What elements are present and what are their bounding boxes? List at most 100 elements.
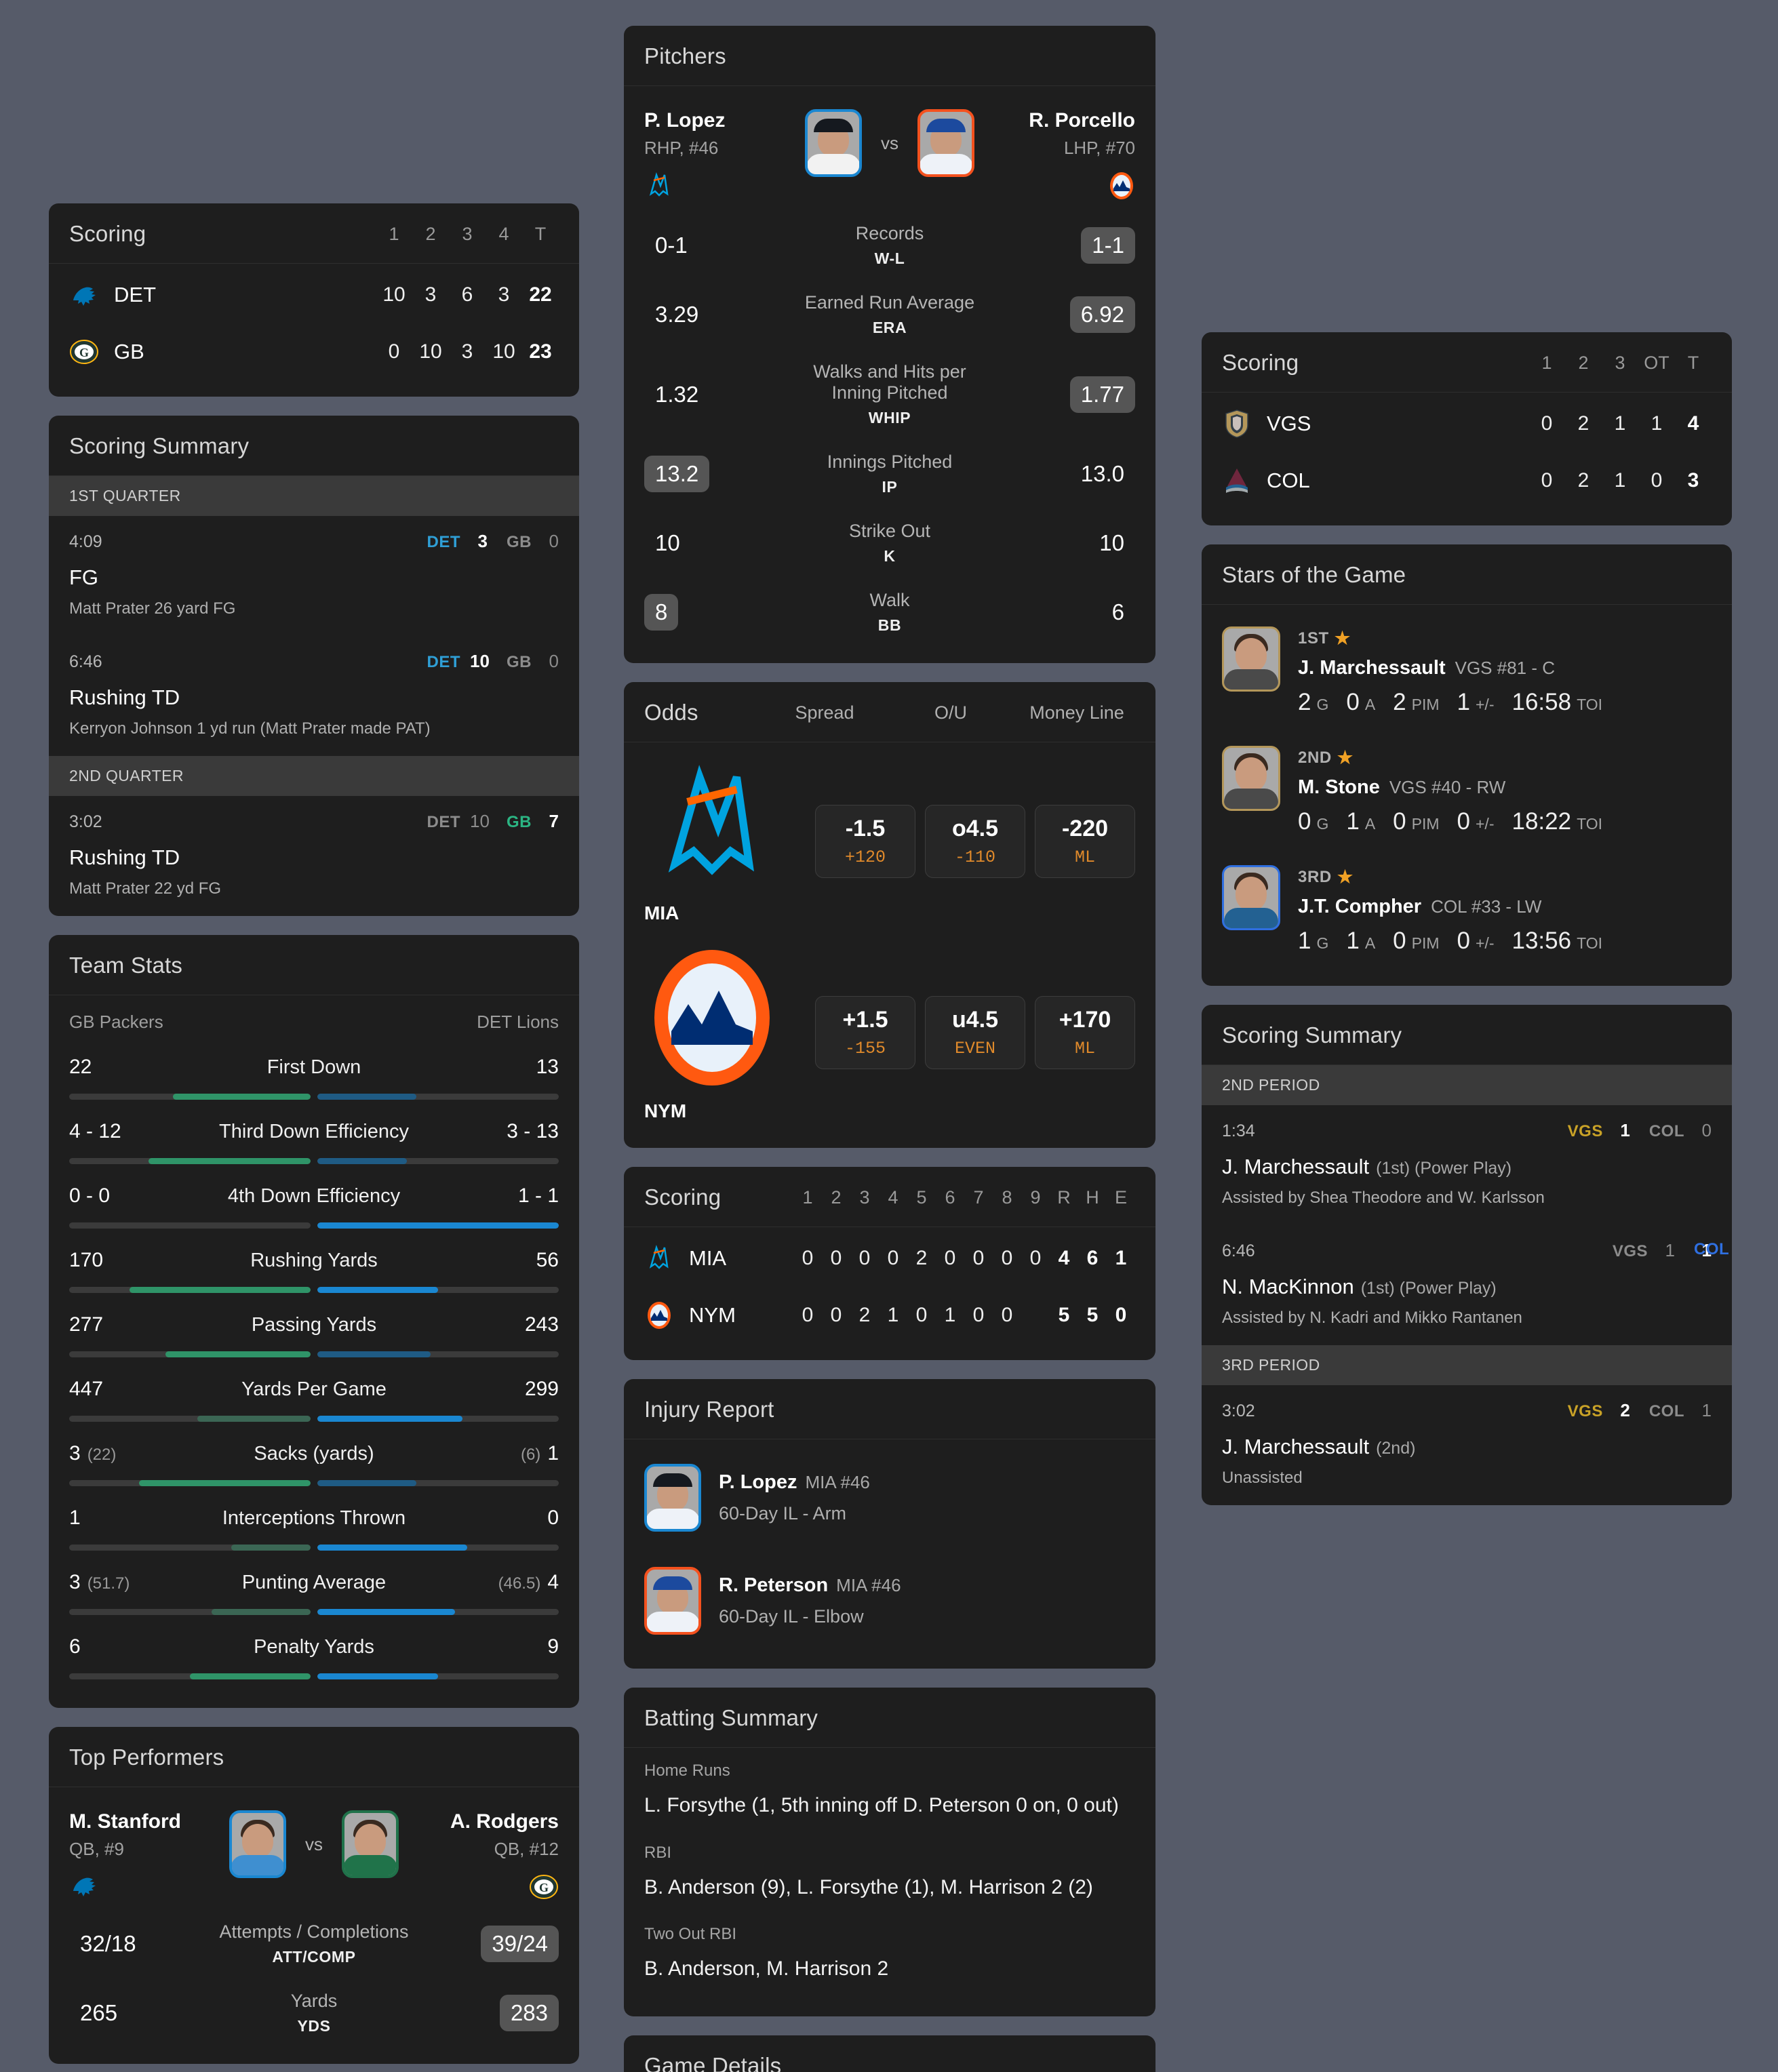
mlb-linescore-header: Scoring 123456789RHE (624, 1167, 1155, 1227)
star-stat-value: 18:22 (1512, 808, 1572, 835)
scoring-summary-entry[interactable]: 4:09 DET 3 GB 0 FG Matt Prater 26 yard FG (49, 516, 579, 636)
scoreboard-page: Scoring 1234T DET 10 3 6 3 22 G GB 0 10 3 10 23 Scor… (0, 0, 1778, 2072)
stat-compare-row: 265 Yards YDS 283 (49, 1978, 579, 2048)
star-stat-value: 0 (1457, 808, 1470, 835)
team-stat-right-value: 9 (547, 1635, 559, 1658)
star-headshot (1222, 865, 1280, 930)
home-abbr: COL (1694, 1240, 1730, 1258)
odds-value: -1.5 (845, 816, 886, 841)
stat-left: 10 (644, 525, 787, 561)
star-headshot (1222, 626, 1280, 692)
star-stats: 0 G 1 A 0 PIM 0 +/- 18:22 TOI (1298, 808, 1712, 835)
score-row[interactable]: VGS 0 2 1 1 4 (1202, 395, 1732, 452)
score-column-header: 1 (1541, 352, 1552, 373)
odds-row: MIA -1.5 +120 o4.5 -110 -220 ML (624, 749, 1155, 934)
mets-logo (644, 943, 780, 1092)
nhl-column: Scoring 1 2 3 OT T VGS 0 2 1 1 4 COL 0 2 1 0 3 Stars of… (1202, 332, 1732, 1524)
score-cell: 0 (1651, 469, 1663, 492)
team-stat-bars (69, 1673, 559, 1679)
batting-block-value: L. Forsythe (1, 5th inning off D. Peters… (644, 1794, 1119, 1816)
star-stat-value: 0 (1393, 808, 1406, 835)
right-player-position: QB, #12 (494, 1839, 559, 1859)
star-row[interactable]: 1ST ★ J. Marchessault VGS #81 - C 2 G 0 A 2 PIM 1 +… (1202, 612, 1732, 731)
team-stats-right-team: DET Lions (477, 1012, 559, 1032)
inning-cell: 0 (830, 1304, 842, 1326)
entry-description: Assisted by Shea Theodore and W. Karlsso… (1222, 1189, 1545, 1207)
score-row[interactable]: G GB 0 10 3 10 23 (49, 323, 579, 380)
pitcher-left[interactable]: P. Lopez RHP, #46 (644, 109, 787, 204)
team-stat-bars (69, 1416, 559, 1422)
score-row[interactable]: NYM 0 0 2 1 0 1 0 0 5 5 0 (624, 1287, 1155, 1344)
scoring-summary-entry[interactable]: 1:34 VGS 1 COL 0 J. Marchessault (1st) (Power … (1202, 1105, 1732, 1225)
team-stat-bars (69, 1094, 559, 1100)
star-icon: ★ (1337, 747, 1354, 768)
total-cell: 0 (1115, 1304, 1127, 1326)
entry-play-detail: (1st) (Power Play) (1376, 1159, 1512, 1178)
vs-label: vs (305, 1833, 323, 1854)
stat-label-group: Walk BB (787, 590, 993, 635)
odds-team: MIA (644, 759, 780, 924)
star-stat: 0G (1298, 808, 1328, 835)
batting-summary-block: Two Out RBI B. Anderson, M. Harrison 2 (624, 1918, 1155, 2000)
nfl-column: Scoring 1234T DET 10 3 6 3 22 G GB 0 10 3 10 23 Scor… (49, 203, 579, 2072)
star-info: 2ND ★ M. Stone VGS #40 - RW 0 G 1 A 0 PIM 0 +/- 18:2… (1298, 746, 1712, 835)
star-player-meta: VGS #81 - C (1455, 658, 1556, 678)
top-performer-right[interactable]: A. Rodgers QB, #12 G (416, 1810, 559, 1902)
star-row[interactable]: 3RD ★ J.T. Compher COL #33 - LW 1 G 1 A 0 PIM 0 +/-… (1202, 850, 1732, 970)
star-stat: 1 +/- (1457, 689, 1495, 716)
stat-right: 283 (416, 1995, 559, 2031)
top-performer-left[interactable]: M. Stanford QB, #9 (69, 1810, 212, 1902)
odds-cell[interactable]: +170 ML (1035, 996, 1135, 1069)
score-row[interactable]: COL 0 2 1 0 3 (1202, 452, 1732, 509)
nfl-scoring-summary-body: 1ST QUARTER 4:09 DET 3 GB 0 FG Matt Prater 26 y… (49, 476, 579, 916)
stat-right-value: 283 (499, 1995, 559, 2031)
nfl-scoring-card: Scoring 1234T DET 10 3 6 3 22 G GB 0 10 3 10 23 (49, 203, 579, 397)
team-stat-right-value: (6) 1 (520, 1442, 559, 1465)
injury-row[interactable]: R. Peterson MIA #46 60-Day IL - Elbow (624, 1549, 1155, 1652)
inning-cell: 0 (858, 1247, 871, 1269)
team-stat-left-value: 22 (69, 1056, 92, 1078)
scoring-summary-entry[interactable]: 3:02 DET 10 GB 7 Rushing TD Matt Prater 22 yd … (49, 796, 579, 916)
nfl-scoring-title: Scoring (69, 221, 146, 246)
score-column-header: 4 (498, 223, 509, 244)
injury-row[interactable]: P. Lopez MIA #46 60-Day IL - Arm (624, 1446, 1155, 1549)
entry-away-score: DET 10 (427, 811, 490, 832)
packers-logo: G (69, 337, 99, 367)
odds-cell[interactable]: -220 ML (1035, 805, 1135, 878)
stat-label-group: Yards YDS (212, 1991, 416, 2035)
team-stat-row: 277 Passing Yards 243 (49, 1305, 579, 1370)
period-header: 2ND QUARTER (49, 756, 579, 796)
stat-right: 6 (993, 594, 1135, 631)
entry-time: 1:34 (1222, 1121, 1255, 1140)
entry-description: Unassisted (1222, 1469, 1303, 1487)
star-player-name: J.T. Compher COL #33 - LW (1298, 896, 1542, 917)
scoring-summary-entry[interactable]: 6:46 VGS 1 COL 1 N. MacKinnon (1st) (Power Pla… (1202, 1225, 1732, 1345)
odds-cell[interactable]: u4.5 EVEN (925, 996, 1025, 1069)
stat-left: 3.29 (644, 296, 787, 333)
stars-rows: 1ST ★ J. Marchessault VGS #81 - C 2 G 0 A 2 PIM 1 +… (1202, 605, 1732, 986)
injury-info: R. Peterson MIA #46 60-Day IL - Elbow (719, 1574, 901, 1627)
score-row-team: G GB (69, 337, 376, 367)
odds-cell[interactable]: +1.5 -155 (815, 996, 915, 1069)
left-paren: (51.7) (87, 1574, 130, 1593)
home-points: 0 (1701, 1120, 1712, 1140)
batting-summary-header: Batting Summary (624, 1688, 1155, 1748)
top-performers-matchup: M. Stanford QB, #9 vs A. Rodgers QB, #12… (49, 1794, 579, 1909)
star-row[interactable]: 2ND ★ M. Stone VGS #40 - RW 0 G 1 A 0 PIM 0 +/- 18:2… (1202, 731, 1732, 850)
score-row[interactable]: DET 10 3 6 3 22 (49, 266, 579, 323)
batting-block-label: Home Runs (644, 1761, 730, 1780)
scoring-summary-entry[interactable]: 6:46 DET 10 GB 0 Rushing TD Kerryon Johnson 1 … (49, 636, 579, 756)
score-cell: 10 (492, 340, 515, 363)
scoring-summary-entry[interactable]: 3:02 VGS 2 COL 1 J. Marchessault (2nd) Unassist… (1202, 1385, 1732, 1505)
pitcher-right[interactable]: R. Porcello LHP, #70 (993, 109, 1135, 201)
top-performers-card: Top Performers M. Stanford QB, #9 vs A. … (49, 1727, 579, 2064)
odds-cell[interactable]: -1.5 +120 (815, 805, 915, 878)
svg-text:G: G (539, 1881, 549, 1894)
score-column-header: 5 (916, 1187, 927, 1208)
score-row[interactable]: MIA 0 0 0 0 2 0 0 0 0 4 6 1 (624, 1230, 1155, 1287)
left-pitcher-position: RHP, #46 (644, 138, 719, 158)
star-stat: 0 +/- (1457, 928, 1495, 955)
stat-left: 8 (644, 594, 787, 631)
odds-cell[interactable]: o4.5 -110 (925, 805, 1025, 878)
score-column-header: 3 (859, 1187, 870, 1208)
